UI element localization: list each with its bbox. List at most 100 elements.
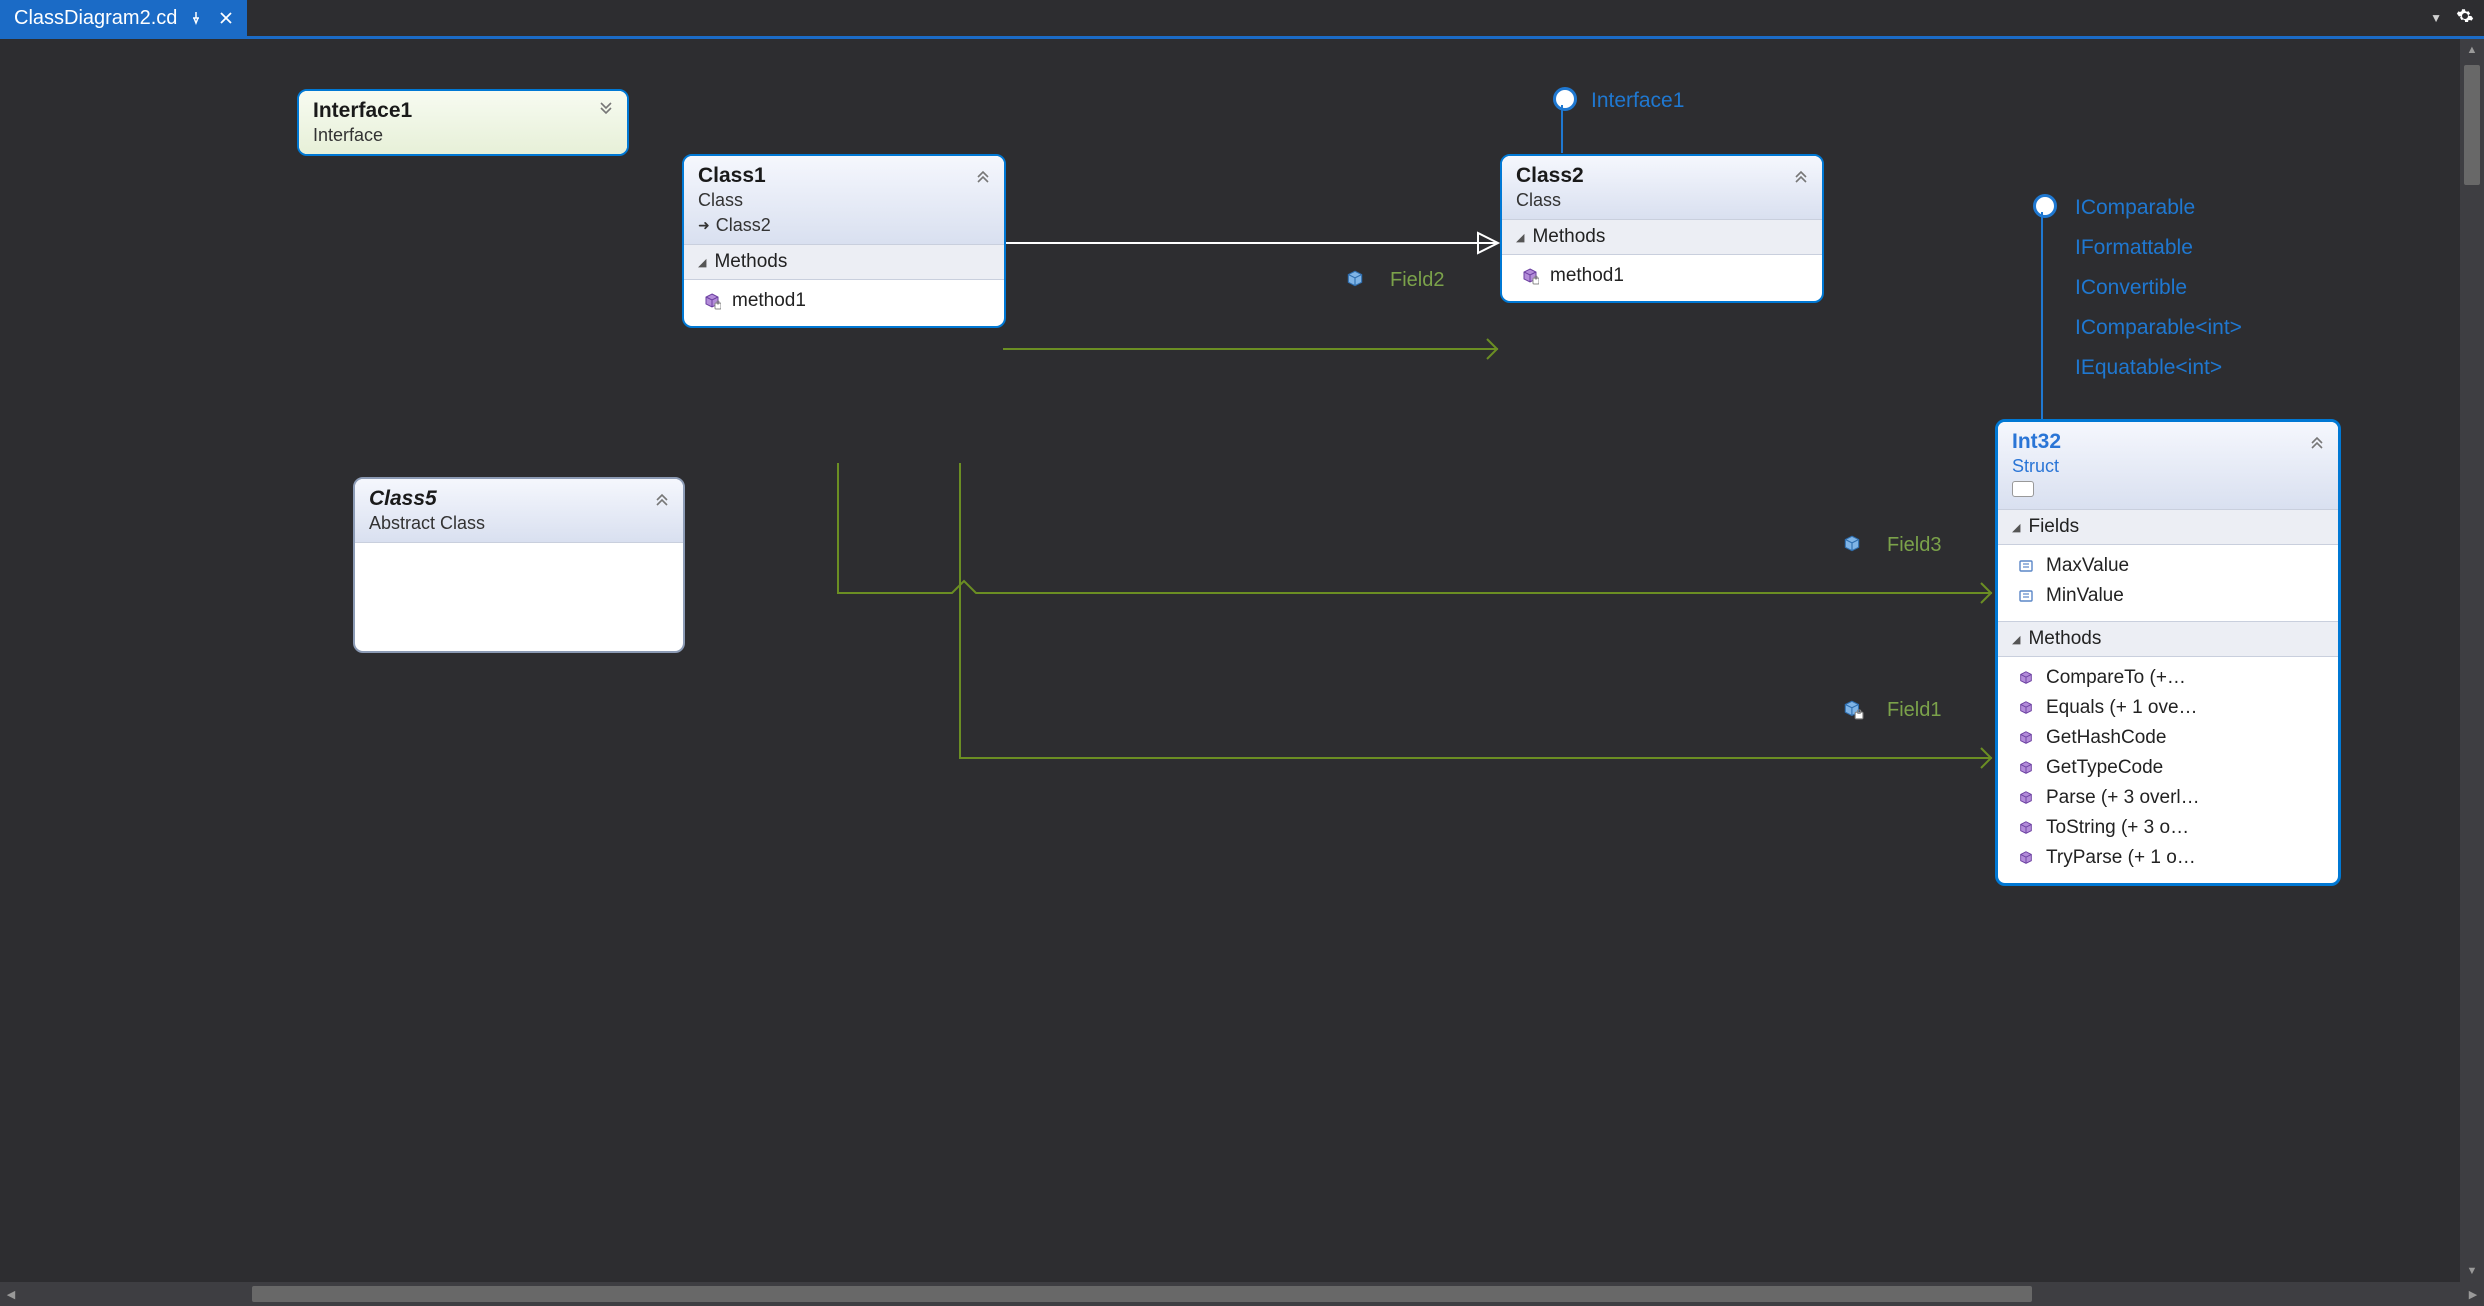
constant-icon [2016,586,2036,606]
method-icon [2016,818,2036,838]
lollipop-ball-icon [1553,87,1577,111]
members-list: method1 [1502,255,1822,301]
lollipop-label: IEquatable<int> [2075,356,2222,380]
association-label: Field2 [1390,269,1444,292]
tab-overflow-dropdown-icon[interactable]: ▼ [2430,11,2442,25]
member-method[interactable]: ToString (+ 3 o… [2012,813,2330,843]
method-icon [2016,668,2036,688]
member-method[interactable]: method1 [1516,261,1814,291]
node-subtitle: Class [698,190,992,211]
node-title: Int32 [2012,430,2326,454]
member-method[interactable]: method1 [698,286,996,316]
node-class1[interactable]: Class1 Class ➜ Class2 ◢ Methods [682,154,1006,328]
derived-arrow-icon: ➜ [698,217,710,234]
lollipop-label: Interface1 [1591,89,1684,113]
association-label: Field3 [1887,534,1941,557]
scroll-thumb[interactable] [252,1286,2032,1302]
member-field[interactable]: MinValue [2012,581,2330,611]
lollipop-label: IComparable [2075,196,2195,220]
method-icon [2016,728,2036,748]
scroll-track[interactable] [22,1282,2462,1306]
lollipop-ball-icon [2033,194,2057,218]
section-caret-icon: ◢ [698,256,706,269]
method-icon [1520,266,1540,286]
section-caret-icon: ◢ [1516,231,1524,244]
scroll-down-icon[interactable]: ▼ [2460,1260,2484,1282]
method-icon [2016,788,2036,808]
fields-list: MaxValue MinValue [1998,545,2338,621]
scroll-right-icon[interactable]: ▶ [2462,1282,2484,1306]
node-int32[interactable]: Int32 Struct ◢ Fields MaxValue [1995,419,2341,886]
node-title: Interface1 [313,99,615,123]
lollipop-stem [1561,105,1563,153]
node-header: Class2 Class [1502,156,1822,219]
diagram-canvas[interactable]: Interface1 Interface Class1 Class ➜ Clas… [0,39,2484,1282]
lollipop-label: IFormattable [2075,236,2193,260]
node-title: Class2 [1516,164,1810,188]
member-field[interactable]: MaxValue [2012,551,2330,581]
node-header: Int32 Struct [1998,422,2338,509]
scroll-up-icon[interactable]: ▲ [2460,39,2484,61]
tabbar-tools: ▼ [2430,0,2484,36]
field-icon [1345,269,1365,293]
scroll-thumb[interactable] [2464,65,2480,185]
scroll-track[interactable] [2460,61,2484,1260]
node-header: Class5 Abstract Class [355,479,683,543]
member-method[interactable]: Equals (+ 1 ove… [2012,693,2330,723]
field-private-icon [1842,699,1864,725]
tab-filename: ClassDiagram2.cd [14,7,177,30]
member-method[interactable]: GetHashCode [2012,723,2330,753]
member-method[interactable]: CompareTo (+… [2012,663,2330,693]
section-methods[interactable]: ◢ Methods [1502,219,1822,255]
field-icon [1842,534,1862,558]
section-methods[interactable]: ◢ Methods [1998,621,2338,657]
scroll-left-icon[interactable]: ◀ [0,1282,22,1306]
method-icon [2016,698,2036,718]
close-icon[interactable] [215,7,237,29]
constant-icon [2016,556,2036,576]
node-class5[interactable]: Class5 Abstract Class [353,477,685,653]
tab-bar: ClassDiagram2.cd ▼ [0,0,2484,38]
lollipop-int32 [2033,194,2057,218]
node-header: Interface1 Interface [299,91,627,154]
chevron-collapse-icon[interactable] [972,164,994,186]
node-subtitle: Interface [313,125,615,146]
association-label: Field1 [1887,699,1941,722]
members-list: method1 [684,280,1004,326]
node-interface1[interactable]: Interface1 Interface [297,89,629,156]
lollipop-class2 [1553,87,1577,111]
section-caret-icon: ◢ [2012,521,2020,534]
chevron-expand-icon[interactable] [595,99,617,121]
node-title: Class5 [369,487,671,511]
node-title: Class1 [698,164,992,188]
node-subtitle: Class [1516,190,1810,211]
member-method[interactable]: TryParse (+ 1 o… [2012,843,2330,873]
section-fields[interactable]: ◢ Fields [1998,509,2338,545]
method-icon [2016,758,2036,778]
methods-list: CompareTo (+… Equals (+ 1 ove… GetHashCo… [1998,657,2338,883]
member-method[interactable]: Parse (+ 3 overl… [2012,783,2330,813]
member-method[interactable]: GetTypeCode [2012,753,2330,783]
document-tab[interactable]: ClassDiagram2.cd [0,0,247,36]
node-subtitle: Struct [2012,456,2326,477]
chevron-collapse-icon[interactable] [1790,164,1812,186]
chevron-collapse-icon[interactable] [2306,430,2328,452]
horizontal-scrollbar[interactable]: ◀ ▶ [0,1282,2484,1306]
method-icon [702,291,722,311]
gear-icon[interactable] [2456,7,2474,29]
pin-icon[interactable] [185,7,207,29]
node-header: Class1 Class ➜ Class2 [684,156,1004,244]
node-base-type: ➜ Class2 [698,215,992,236]
workspace: ClassDiagram2.cd ▼ [0,0,2484,1306]
chevron-collapse-icon[interactable] [651,487,673,509]
lollipop-stem [2041,212,2043,419]
section-caret-icon: ◢ [2012,633,2020,646]
section-methods[interactable]: ◢ Methods [684,244,1004,280]
vertical-scrollbar[interactable]: ▲ ▼ [2460,39,2484,1282]
node-class2[interactable]: Class2 Class ◢ Methods method1 [1500,154,1824,303]
lollipop-label: IConvertible [2075,276,2187,300]
lollipop-label: IComparable<int> [2075,316,2242,340]
node-subtitle: Abstract Class [369,513,671,534]
struct-glyph-icon [2012,481,2034,497]
method-icon [2016,848,2036,868]
